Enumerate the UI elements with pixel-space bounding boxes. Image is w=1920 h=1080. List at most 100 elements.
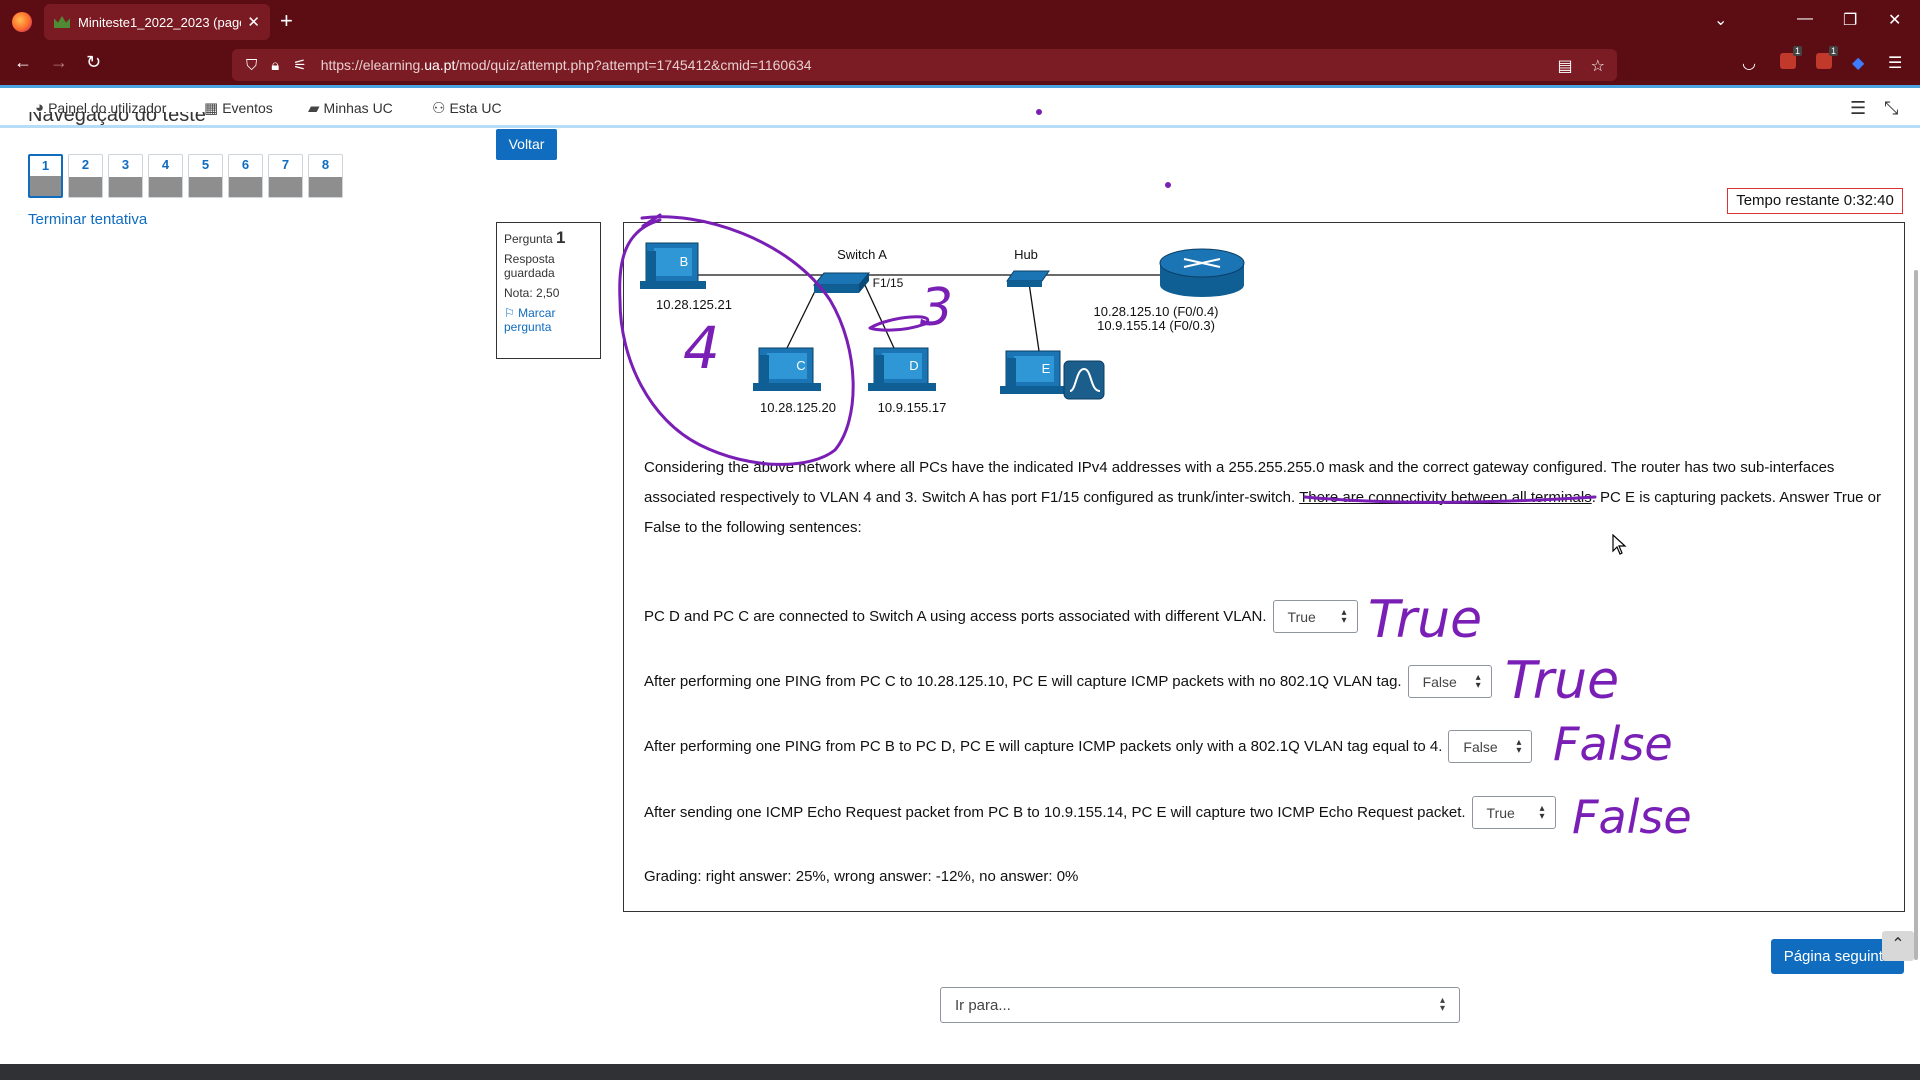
answered-indicator	[149, 177, 182, 197]
router-ip-1: 10.28.125.10 (F0/0.4)	[1093, 304, 1218, 319]
quiz-nav-number: 4	[161, 157, 170, 172]
sentence-1: PC D and PC C are connected to Switch A …	[644, 600, 1358, 633]
browser-tab-active[interactable]: Miniteste1_2022_2023 (page 1 o ✕	[44, 4, 270, 40]
answered-indicator	[269, 177, 302, 197]
quiz-nav-button-7[interactable]: 7	[268, 154, 303, 198]
pocket-icon[interactable]: ◡	[1742, 53, 1756, 73]
flag-question-link[interactable]: ⚐ Marcar pergunta	[504, 306, 593, 334]
block-drawer-icon[interactable]: ☰	[1850, 98, 1866, 119]
question-state: Resposta guardada	[504, 252, 555, 280]
pc-c-letter: C	[796, 358, 805, 373]
pc-d-icon	[868, 347, 936, 391]
close-tab-icon[interactable]: ✕	[247, 13, 260, 31]
quiz-nav-button-5[interactable]: 5	[188, 154, 223, 198]
pc-b-icon	[640, 242, 706, 289]
nav-this-course[interactable]: ⚇ Esta UC	[432, 99, 502, 117]
pc-c-icon	[753, 347, 821, 391]
port-label: F1/15	[873, 276, 904, 290]
answered-indicator	[109, 177, 142, 197]
question-number: Pergunta 1	[504, 228, 566, 247]
tab-title: Miniteste1_2022_2023 (page 1 o	[78, 14, 241, 30]
quiz-nav-number: 8	[321, 157, 330, 172]
sitemap-icon: ⚇	[432, 100, 446, 117]
question-text: Considering the above network where all …	[644, 459, 1882, 536]
switch-a-icon	[812, 272, 871, 293]
router-icon	[1159, 248, 1245, 297]
new-tab-button[interactable]: +	[280, 9, 293, 33]
briefcase-icon: ▰	[308, 100, 320, 117]
pc-d-ip: 10.9.155.17	[878, 400, 947, 415]
hub-icon	[1006, 270, 1050, 287]
extension-red-icon[interactable]	[1816, 46, 1839, 74]
shield-icon[interactable]: ⛉	[246, 57, 257, 74]
collapse-icon[interactable]: ⤡	[1884, 98, 1898, 119]
router-ip-2: 10.9.155.14 (F0/0.3)	[1097, 318, 1215, 333]
quiz-nav-button-4[interactable]: 4	[148, 154, 183, 198]
reload-icon[interactable]: ↻	[86, 52, 101, 73]
flag-icon: ⚐	[504, 306, 515, 320]
sentence-4: After sending one ICMP Echo Request pack…	[644, 796, 1556, 829]
nav-my-courses[interactable]: ▰ Minhas UC	[308, 99, 393, 117]
pc-b-letter: B	[680, 254, 689, 269]
quiz-nav-number: 7	[281, 157, 290, 172]
quiz-navigation-title: Navegação do teste	[28, 112, 206, 126]
moodle-navbar: ◕ Painel do utilizador ▦ Eventos ▰ Minhas U…	[0, 85, 1920, 128]
pc-d-letter: D	[909, 358, 918, 373]
bookmark-star-icon[interactable]: ☆	[1591, 56, 1605, 76]
reader-view-icon[interactable]: ▤	[1558, 56, 1573, 76]
close-window-button[interactable]: ✕	[1888, 10, 1901, 30]
back-button[interactable]: Voltar	[496, 129, 557, 160]
address-bar[interactable]: ⛉ 🔒︎ ⚟ https://elearning.ua.pt/mod/quiz/…	[232, 49, 1617, 81]
browser-nav-bar: ← → ↻ ⛉ 🔒︎ ⚟ https://elearning.ua.pt/mod…	[0, 44, 1920, 85]
answer-select-3[interactable]: False ▴ ▾	[1448, 730, 1533, 763]
sentence-2: After performing one PING from PC C to 1…	[644, 665, 1492, 698]
extension-ublock-icon[interactable]	[1780, 46, 1803, 74]
quiz-nav-button-8[interactable]: 8	[308, 154, 343, 198]
minimize-button[interactable]: —	[1797, 10, 1813, 28]
quiz-nav-button-2[interactable]: 2	[68, 154, 103, 198]
firefox-icon[interactable]	[12, 12, 32, 32]
answered-indicator	[309, 177, 342, 197]
answer-select-2[interactable]: False ▴ ▾	[1407, 665, 1492, 698]
pc-e-letter: E	[1042, 361, 1051, 376]
url-text: https://elearning.ua.pt/mod/quiz/attempt…	[320, 57, 812, 73]
quiz-nav-button-3[interactable]: 3	[108, 154, 143, 198]
browser-tab-bar: Miniteste1_2022_2023 (page 1 o ✕ + ⌄ — ❐…	[0, 0, 1920, 44]
nav-events[interactable]: ▦ Eventos	[204, 99, 273, 117]
answered-indicator	[189, 177, 222, 197]
menu-hamburger-icon[interactable]: ☰	[1888, 53, 1902, 73]
question-info-box: Pergunta 1 Resposta guardada Nota: 2,50 …	[496, 222, 601, 359]
grading-info: Grading: right answer: 25%, wrong answer…	[644, 868, 1079, 885]
question-mark: Nota: 2,50	[504, 286, 560, 300]
answered-indicator	[69, 177, 102, 197]
pc-b-ip: 10.28.125.21	[656, 297, 732, 312]
back-arrow-icon[interactable]: ←	[14, 52, 32, 73]
jump-to-select[interactable]: Ir para... ▴ ▾	[940, 987, 1460, 1023]
page-footer-strip	[0, 1064, 1920, 1080]
pc-e-icon	[1000, 350, 1068, 394]
mouse-cursor-icon	[1612, 534, 1627, 555]
extension-blue-icon[interactable]: ◆	[1852, 53, 1864, 73]
page-scrollbar[interactable]	[1914, 270, 1918, 960]
question-content: B 10.28.125.21 Switch A F1/15 Hub 10.28.…	[623, 222, 1905, 912]
quiz-nav-number: 6	[241, 157, 250, 172]
answer-select-4[interactable]: True ▴ ▾	[1471, 796, 1556, 829]
finish-attempt-link[interactable]: Terminar tentativa	[28, 211, 147, 228]
scroll-to-top-button[interactable]: ⌃	[1882, 931, 1914, 961]
quiz-nav-button-1[interactable]: 1	[28, 154, 63, 198]
restore-button[interactable]: ❐	[1843, 10, 1857, 30]
quiz-nav-number: 3	[121, 157, 130, 172]
underlined-text: There are connectivity between all termi…	[1299, 489, 1592, 506]
network-diagram: B 10.28.125.21 Switch A F1/15 Hub 10.28.…	[640, 242, 1245, 415]
permissions-icon[interactable]: ⚟	[293, 56, 306, 74]
answer-select-1[interactable]: True ▴ ▾	[1272, 600, 1358, 633]
forward-arrow-icon[interactable]: →	[50, 52, 68, 73]
time-remaining: Tempo restante 0:32:40	[1727, 188, 1903, 214]
answered-indicator	[30, 176, 61, 196]
calendar-icon: ▦	[204, 100, 219, 117]
tab-list-chevron-icon[interactable]: ⌄	[1714, 10, 1727, 30]
pc-c-ip: 10.28.125.20	[760, 400, 836, 415]
quiz-nav-number: 5	[201, 157, 210, 172]
lock-icon[interactable]: 🔒︎	[271, 57, 279, 74]
quiz-nav-button-6[interactable]: 6	[228, 154, 263, 198]
